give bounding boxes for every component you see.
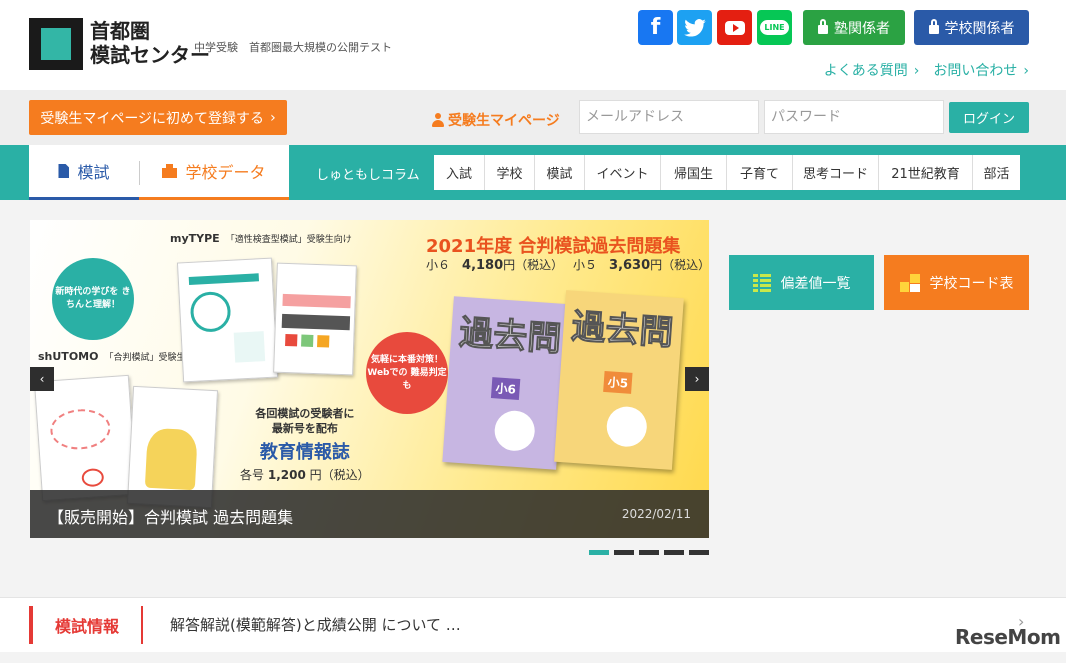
register-mypage-button[interactable]: 受験生マイページに初めて登録する › [29, 100, 287, 135]
column-category-link[interactable]: 学校 [484, 155, 534, 190]
book-cover-grade6: 過去問 小6 [442, 296, 568, 470]
slider-dot[interactable] [639, 550, 659, 555]
chevron-right-icon: › [270, 109, 276, 126]
magazine-cover [273, 262, 357, 376]
promo-title: 2021年度 合判模試過去問題集 [426, 236, 681, 257]
facebook-icon[interactable]: f [638, 10, 673, 45]
news-headline-link[interactable]: 解答解説(模範解答)と成績公開 について … [170, 614, 461, 635]
promo-badge-left: 新時代の学びを きちんと理解！ [52, 258, 134, 340]
column-category-link[interactable]: 思考コード [792, 155, 878, 190]
column-category-link[interactable]: 子育て [726, 155, 792, 190]
person-icon [432, 113, 444, 127]
school-login-button[interactable]: 学校関係者 [914, 10, 1029, 45]
header-sublinks: よくある質問 › お問い合わせ › [824, 60, 1029, 80]
slider-dot[interactable] [589, 550, 609, 555]
column-category-link[interactable]: イベント [584, 155, 660, 190]
login-button[interactable]: ログイン [949, 102, 1029, 133]
slider-pagination [589, 550, 709, 555]
school-building-icon [162, 164, 178, 178]
news-ticker: 模試情報 解答解説(模範解答)と成績公開 について … › [0, 597, 1066, 652]
slide-caption-title[interactable]: 【販売開始】合判模試 過去問題集 [48, 504, 293, 528]
slider-prev-button[interactable]: ‹ [30, 367, 54, 391]
magazine-cover [33, 374, 138, 502]
chevron-right-icon: › [1023, 63, 1029, 79]
column-category-link[interactable]: 21世紀教育 [878, 155, 972, 190]
faq-link[interactable]: よくある質問 › [824, 60, 920, 80]
column-category-link[interactable]: 部活 [972, 155, 1020, 190]
magazine-cover [176, 257, 279, 383]
slider-dot[interactable] [664, 550, 684, 555]
school-code-label: 学校コード表 [929, 275, 1014, 292]
slider-next-button[interactable]: › [685, 367, 709, 391]
password-input[interactable] [764, 100, 944, 134]
shutomo-heading: shUTOMO 「合判模試」受験生向け [38, 350, 204, 363]
line-icon[interactable]: LINE [757, 10, 792, 45]
promo-badge-right: 気軽に本番対策！ Webでの 難易判定も [366, 332, 448, 414]
hensa-list-button[interactable]: 偏差値一覧 [729, 255, 874, 310]
logo-line-2: 模試センター [90, 43, 210, 67]
login-bar: 受験生マイページに初めて登録する › 受験生マイページ ログイン [0, 90, 1066, 145]
tab-school-data-label: 学校データ [185, 163, 266, 182]
column-category-row: 入試 学校 模試 イベント 帰国生 子育て 思考コード 21世紀教育 部活 [434, 155, 1020, 190]
site-tagline: 中学受験 首都圏最大規模の公開テスト [194, 41, 392, 54]
slider-dot[interactable] [614, 550, 634, 555]
mypage-heading: 受験生マイページ [432, 110, 560, 130]
tab-moshi[interactable]: 模試 [29, 145, 139, 200]
magazine-note: 各回模試の受験者に 最新号を配布 教育情報誌 各号 1,200 円（税込） [240, 407, 370, 482]
resemom-watermark: ReseMom [955, 625, 1061, 649]
news-category-label: 模試情報 [29, 606, 144, 644]
twitter-icon[interactable] [677, 10, 712, 45]
column-label: しゅともしコラム [316, 168, 420, 183]
logo-line-1: 首都圏 [90, 19, 150, 43]
promo-prices: 小６ 4,180円（税込） 小５ 3,630円（税込） [426, 258, 709, 273]
site-header: 首都圏 模試センター 中学受験 首都圏最大規模の公開テスト f LINE 塾関係… [0, 0, 1066, 90]
slide-caption[interactable]: 【販売開始】合判模試 過去問題集 2022/02/11 [30, 490, 709, 538]
blocks-icon [899, 273, 920, 292]
chevron-right-icon: › [913, 63, 920, 79]
document-icon [58, 164, 70, 178]
column-category-link[interactable]: 模試 [534, 155, 584, 190]
hensa-list-label: 偏差値一覧 [780, 275, 851, 292]
main-nav: 模試 学校データ しゅともしコラム 入試 学校 模試 イベント 帰国生 子育て 思考コード 2… [0, 145, 1066, 200]
juku-login-label: 塾関係者 [834, 20, 890, 37]
tab-moshi-label: 模試 [77, 163, 110, 182]
tab-school-data[interactable]: 学校データ [139, 145, 289, 200]
lock-icon [928, 19, 939, 34]
logo-mark [29, 18, 83, 70]
mytype-heading: myTYPE 「適性検査型模試」受験生向け [170, 232, 352, 245]
logo-text: 首都圏 模試センター [90, 19, 210, 67]
site-logo[interactable]: 首都圏 模試センター [29, 18, 210, 72]
hero-slider[interactable]: myTYPE 「適性検査型模試」受験生向け shUTOMO 「合判模試」受験生向け … [30, 220, 709, 538]
register-mypage-label: 受験生マイページに初めて登録する [40, 110, 265, 127]
list-icon [752, 273, 771, 292]
column-category-link[interactable]: 帰国生 [660, 155, 726, 190]
school-code-button[interactable]: 学校コード表 [884, 255, 1029, 310]
school-login-label: 学校関係者 [944, 20, 1015, 37]
main-content: myTYPE 「適性検査型模試」受験生向け shUTOMO 「合判模試」受験生向け … [0, 200, 1066, 663]
mypage-heading-text: 受験生マイページ [448, 113, 560, 129]
slider-dot[interactable] [689, 550, 709, 555]
column-category-link[interactable]: 入試 [434, 155, 484, 190]
youtube-icon[interactable] [717, 10, 752, 45]
juku-login-button[interactable]: 塾関係者 [803, 10, 905, 45]
contact-link[interactable]: お問い合わせ › [933, 60, 1029, 80]
lock-icon [818, 19, 828, 34]
email-input[interactable] [579, 100, 759, 134]
book-cover-grade5: 過去問 小5 [554, 290, 684, 470]
tab-divider [139, 161, 140, 185]
slide-caption-date: 2022/02/11 [621, 507, 691, 521]
line-label: LINE [760, 20, 789, 35]
